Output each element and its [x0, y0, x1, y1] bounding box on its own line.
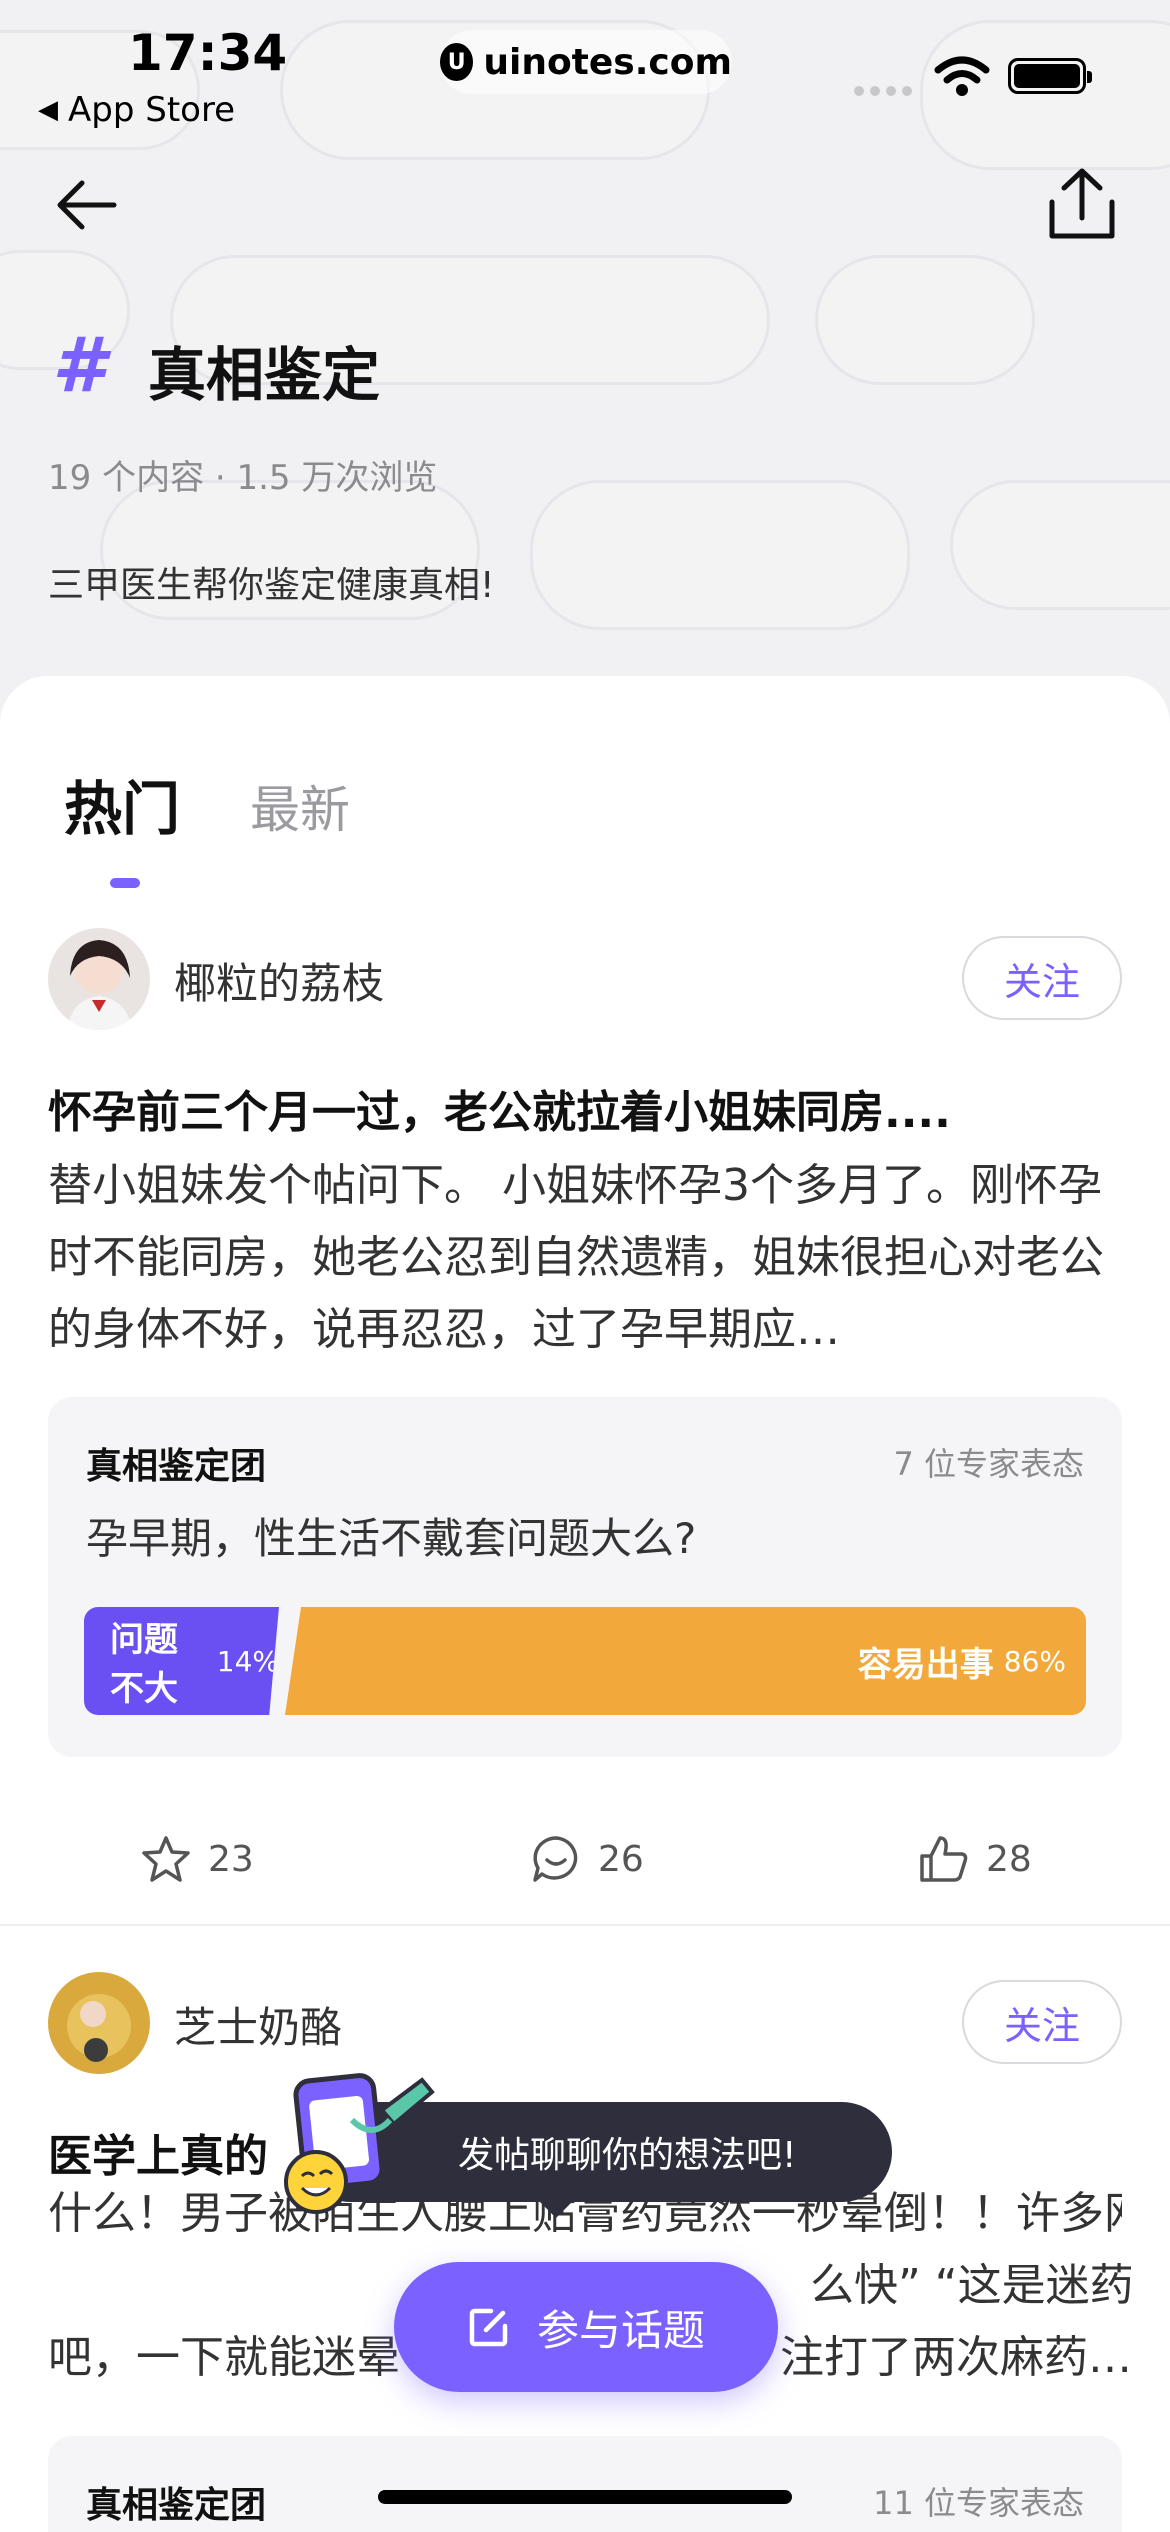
- vote-group-label: 真相鉴定团: [86, 2485, 267, 2526]
- post-title[interactable]: 怀孕前三个月一过，老公就拉着小姐妹同房....: [48, 1076, 951, 1140]
- like-count: 28: [986, 1838, 1032, 1880]
- star-count: 23: [208, 1838, 254, 1880]
- post-username[interactable]: 椰粒的荔枝: [174, 950, 384, 1011]
- tab-latest[interactable]: 最新: [250, 770, 350, 846]
- join-topic-label: 参与话题: [536, 2305, 705, 2355]
- topic-meta: 19 个内容 · 1.5 万次浏览: [48, 458, 438, 498]
- mascot-icon: [284, 2073, 435, 2214]
- wifi-icon: [934, 56, 990, 96]
- post-body-line3-start: 吧，一下就能迷晕: [48, 2332, 400, 2383]
- content-panel: 热门 最新 椰粒的荔枝 关注 怀孕前三个月一过，老公就拉着小姐妹同房.... 替…: [0, 676, 1170, 2532]
- site-logo-icon: U: [440, 43, 474, 81]
- bg-bubble: [950, 480, 1170, 610]
- vote-right-label: 容易出事: [857, 1644, 994, 1685]
- post-body[interactable]: 替小姐妹发个帖问下。 小姐妹怀孕3个多月了。刚怀孕时不能同房，她老公忍到自然遗精…: [48, 1150, 1122, 1366]
- vote-left-pct: 14%: [216, 1644, 279, 1678]
- home-indicator[interactable]: [378, 2490, 792, 2504]
- star-action[interactable]: 23: [140, 1834, 254, 1884]
- back-app-label: App Store: [68, 90, 236, 130]
- vote-group-label: 真相鉴定团: [86, 1446, 267, 1487]
- comment-icon: [533, 1836, 578, 1882]
- bg-bubble: [815, 255, 1035, 385]
- signal-icon: [854, 86, 912, 96]
- like-action[interactable]: 28: [918, 1834, 1032, 1884]
- vote-expert-count: 7 位专家表态: [893, 1445, 1084, 1483]
- vote-box: 真相鉴定团 7 位专家表态 孕早期，性生活不戴套问题大么? 问题不大 14% 容…: [48, 1397, 1122, 1757]
- vote-option-left[interactable]: 问题不大 14%: [84, 1607, 279, 1715]
- comment-count: 26: [598, 1838, 644, 1880]
- back-arrow-icon[interactable]: [52, 170, 122, 240]
- post-card[interactable]: 芝士奶酪 关注 医学上真的 什么！男子被陌生人腰上贴膏药竟然一秒晕倒！！许多网友…: [0, 1972, 1170, 2532]
- post-body-line2-end: 么快” “这是迷药: [810, 2260, 1134, 2311]
- battery-icon: [1008, 58, 1092, 94]
- vote-question: 孕早期，性生活不戴套问题大么?: [86, 1514, 697, 1563]
- post-actions: 23 26 28: [0, 1834, 1170, 1914]
- star-icon: [142, 1836, 190, 1882]
- status-bar: 17:34 ◀ App Store U uinotes.com: [0, 0, 1170, 150]
- topic-description: 三甲医生帮你鉴定健康真相!: [48, 565, 495, 606]
- status-time: 17:34: [128, 24, 288, 82]
- vote-option-right[interactable]: 容易出事 86%: [285, 1607, 1086, 1715]
- vote-box: 真相鉴定团 11 位专家表态: [48, 2436, 1122, 2532]
- topic-hash-icon: #: [52, 320, 105, 409]
- back-to-app-store[interactable]: ◀ App Store: [38, 90, 235, 130]
- comment-action[interactable]: 26: [530, 1834, 644, 1884]
- vote-left-label: 问题不大: [110, 1620, 178, 1709]
- vote-right-pct: 86%: [1003, 1644, 1066, 1678]
- avatar[interactable]: [48, 928, 150, 1030]
- follow-button[interactable]: 关注: [962, 1980, 1122, 2064]
- post-title[interactable]: 医学上真的: [48, 2120, 268, 2184]
- url-pill[interactable]: U uinotes.com: [440, 30, 732, 94]
- thumbs-up-icon: [920, 1836, 968, 1882]
- post-body-line3-end: 注打了两次麻药…: [780, 2332, 1132, 2383]
- post-card[interactable]: 椰粒的荔枝 关注 怀孕前三个月一过，老公就拉着小姐妹同房.... 替小姐妹发个帖…: [0, 928, 1170, 1757]
- bg-bubble: [530, 480, 910, 630]
- edit-icon: [469, 2308, 508, 2347]
- post-username[interactable]: 芝士奶酪: [174, 1994, 342, 2055]
- back-triangle-icon: ◀: [38, 95, 58, 125]
- post-divider: [0, 1924, 1170, 1926]
- topic-title: 真相鉴定: [148, 341, 381, 409]
- follow-button[interactable]: 关注: [962, 936, 1122, 1020]
- join-topic-button[interactable]: 参与话题: [394, 2262, 778, 2392]
- feed-tabs: 热门 最新: [64, 762, 350, 888]
- avatar[interactable]: [48, 1972, 150, 2074]
- share-icon[interactable]: [1044, 166, 1120, 244]
- tab-hot[interactable]: 热门: [64, 762, 180, 888]
- url-text: uinotes.com: [483, 41, 732, 83]
- vote-expert-count: 11 位专家表态: [873, 2484, 1084, 2522]
